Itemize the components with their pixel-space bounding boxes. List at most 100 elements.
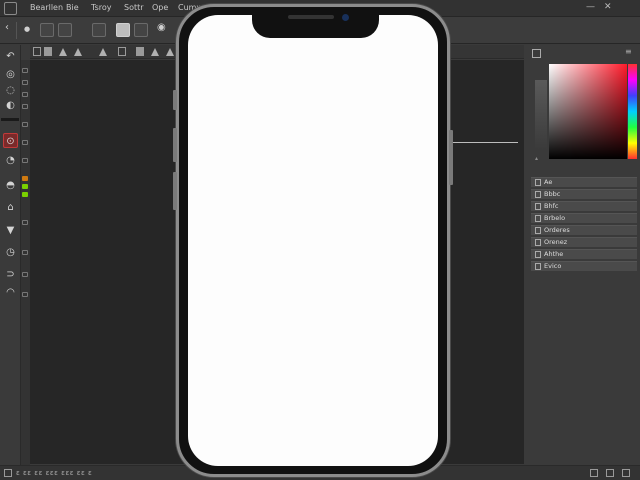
- status-icon[interactable]: [590, 469, 598, 477]
- foreground-color-chip[interactable]: [22, 176, 28, 181]
- tool-active-red[interactable]: ⊙: [3, 133, 18, 148]
- grid-option-button[interactable]: [134, 23, 148, 37]
- layer-label: Orderes: [544, 226, 570, 234]
- layer-icon: [535, 191, 541, 198]
- layout-option-button[interactable]: [92, 23, 106, 37]
- tab-triangle-icon[interactable]: [151, 48, 159, 56]
- status-icon[interactable]: [4, 469, 12, 477]
- layer-row[interactable]: Bbbc: [531, 189, 637, 199]
- phone-power-button: [449, 130, 453, 185]
- layer-icon: [535, 227, 541, 234]
- strip-option[interactable]: [22, 292, 28, 297]
- layer-icon: [535, 239, 541, 246]
- tab-square-icon[interactable]: [33, 47, 41, 56]
- menu-item-3[interactable]: Tsroy: [91, 3, 111, 12]
- tab-triangle-icon[interactable]: [99, 48, 107, 56]
- divider: [16, 22, 17, 39]
- menu-item-2[interactable]: Bie: [66, 3, 79, 12]
- tool-contrast[interactable]: ◐: [3, 98, 18, 113]
- tool-home[interactable]: ⌂: [3, 200, 18, 215]
- layer-label: Ae: [544, 178, 553, 186]
- status-icon[interactable]: [606, 469, 614, 477]
- strip-option[interactable]: [22, 92, 28, 97]
- layer-row[interactable]: Brbelo: [531, 213, 637, 223]
- strip-option[interactable]: [22, 68, 28, 73]
- tool-lasso[interactable]: ◌: [3, 83, 18, 98]
- strip-option[interactable]: [22, 80, 28, 85]
- color-picker-field[interactable]: [549, 64, 627, 159]
- panel-menu-icon[interactable]: ≡: [625, 47, 632, 56]
- layer-icon: [535, 179, 541, 186]
- phone-volume-down-button: [173, 172, 177, 210]
- layer-row[interactable]: Bhfc: [531, 201, 637, 211]
- layer-label: Bhfc: [544, 202, 559, 210]
- tab-square-icon[interactable]: [136, 47, 144, 56]
- layer-icon: [535, 251, 541, 258]
- strip-option[interactable]: [22, 272, 28, 277]
- layer-label: Evico: [544, 262, 562, 270]
- strip-option[interactable]: [22, 220, 28, 225]
- tab-triangle-icon[interactable]: [59, 48, 67, 56]
- back-chevron-icon[interactable]: ‹: [5, 22, 9, 33]
- menu-item-5[interactable]: Ope: [152, 3, 168, 12]
- tool-arc[interactable]: ◠: [3, 285, 18, 300]
- color-panel-tab-icon[interactable]: [532, 49, 541, 58]
- tool-dodge[interactable]: ◓: [3, 178, 18, 193]
- menu-item-1[interactable]: Bearllen: [30, 3, 63, 12]
- phone-volume-up-button: [173, 128, 177, 162]
- guide-line[interactable]: [452, 142, 518, 143]
- record-icon[interactable]: ◉: [157, 22, 166, 33]
- shape-option-button[interactable]: [58, 23, 72, 37]
- status-icon[interactable]: [622, 469, 630, 477]
- strip-option[interactable]: [22, 250, 28, 255]
- tool-history[interactable]: ↶: [3, 49, 18, 64]
- layer-icon: [535, 203, 541, 210]
- tab-triangle-icon[interactable]: [166, 48, 174, 56]
- tool-link[interactable]: ⊃: [3, 267, 18, 282]
- close-button[interactable]: ✕: [604, 2, 612, 12]
- camera-icon: [342, 14, 349, 21]
- tab-triangle-icon[interactable]: [74, 48, 82, 56]
- layer-row[interactable]: Orenez: [531, 237, 637, 247]
- tool-separator: [1, 118, 19, 121]
- color-marker-icon: ▴: [535, 155, 539, 162]
- dot-icon[interactable]: ●: [24, 25, 30, 33]
- hue-slider[interactable]: [628, 64, 637, 159]
- tab-square-icon[interactable]: [44, 47, 52, 56]
- phone-screen[interactable]: [188, 15, 438, 466]
- strip-option[interactable]: [22, 158, 28, 163]
- layer-row[interactable]: Ahthe: [531, 249, 637, 259]
- layer-label: Ahthe: [544, 250, 564, 258]
- background-color-chip[interactable]: [22, 192, 28, 197]
- layer-label: Bbbc: [544, 190, 561, 198]
- layer-row[interactable]: Ae: [531, 177, 637, 187]
- layer-icon: [535, 215, 541, 222]
- tool-timer[interactable]: ◷: [3, 245, 18, 260]
- layer-icon: [535, 263, 541, 270]
- menu-item-4[interactable]: Sottr: [124, 3, 144, 12]
- tool-options-strip: [21, 60, 30, 465]
- background-color-chip[interactable]: [22, 184, 28, 189]
- layer-label: Brbelo: [544, 214, 566, 222]
- tool-clock[interactable]: ◔: [3, 153, 18, 168]
- phone-notch: [252, 7, 379, 38]
- toolbox: ↶ ◎ ◌ ◐ ⊙ ◔ ◓ ⌂ ▼ ◷ ⊃ ◠: [0, 45, 21, 465]
- layer-row[interactable]: Orderes: [531, 225, 637, 235]
- app-logo-icon[interactable]: [4, 2, 17, 15]
- layer-row[interactable]: Evico: [531, 261, 637, 271]
- color-swatch-strip[interactable]: [535, 80, 547, 150]
- status-text: ɛ ɛɛ ɛɛ ɛɛɛ ɛɛɛ ɛɛ ɛ: [16, 469, 93, 477]
- strip-option[interactable]: [22, 104, 28, 109]
- strip-option[interactable]: [22, 122, 28, 127]
- minimize-button[interactable]: —: [586, 2, 595, 12]
- tool-target[interactable]: ◎: [3, 67, 18, 82]
- phone-side-button: [173, 90, 177, 110]
- tool-funnel[interactable]: ▼: [3, 223, 18, 238]
- layer-label: Orenez: [544, 238, 568, 246]
- strip-option[interactable]: [22, 140, 28, 145]
- phone-mockup[interactable]: [176, 4, 450, 477]
- tab-square-icon[interactable]: [118, 47, 126, 56]
- ellipse-option-button[interactable]: [40, 23, 54, 37]
- active-layout-button[interactable]: [116, 23, 130, 37]
- speaker-grille: [288, 15, 334, 19]
